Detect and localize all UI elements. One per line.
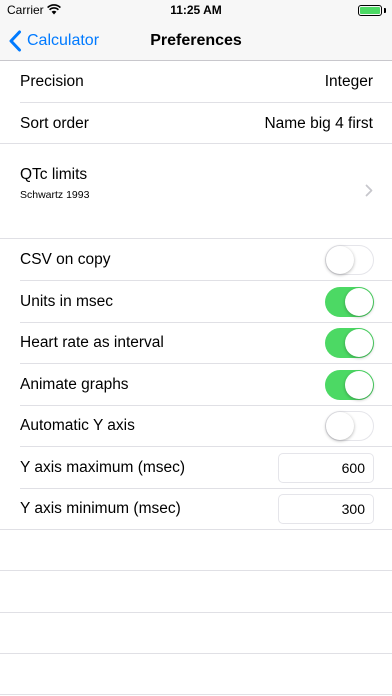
page-title: Preferences [150,32,242,49]
qtc-limits-row[interactable]: QTc limits Schwartz 1993 [0,144,392,238]
switch-knob [325,411,354,440]
heart-rate-interval-switch[interactable] [325,328,374,358]
csv-on-copy-label: CSV on copy [20,251,111,268]
units-in-msec-switch[interactable] [325,287,374,317]
y-axis-max-row: Y axis maximum (msec) [0,447,392,489]
sort-order-value: Name big 4 first [264,115,373,132]
animate-graphs-row: Animate graphs [0,364,392,406]
sort-order-label: Sort order [20,115,89,132]
y-axis-min-row: Y axis minimum (msec) [0,489,392,530]
settings-table: Precision Integer Sort order Name big 4 … [0,61,392,696]
section-separator [0,529,392,530]
qtc-limits-detail: Schwartz 1993 [20,189,90,201]
animate-graphs-switch[interactable] [325,370,374,400]
sort-order-row[interactable]: Sort order Name big 4 first [0,103,392,144]
empty-row-separator [0,694,392,695]
battery-cap [384,8,386,13]
switch-knob [345,371,373,399]
csv-on-copy-switch[interactable] [325,245,374,275]
precision-row[interactable]: Precision Integer [0,61,392,103]
automatic-y-axis-switch[interactable] [325,411,374,441]
animate-graphs-label: Animate graphs [20,376,129,393]
qtc-limits-label: QTc limits [20,166,88,183]
empty-row-separator [0,653,392,654]
heart-rate-interval-row: Heart rate as interval [0,323,392,364]
precision-value: Integer [324,73,373,90]
switch-knob [345,329,373,357]
units-in-msec-label: Units in msec [20,293,114,310]
battery-icon [358,5,382,16]
automatic-y-axis-row: Automatic Y axis [0,406,392,447]
status-bar: Carrier 11:25 AM [0,0,392,22]
y-axis-min-field[interactable] [278,494,374,524]
y-axis-max-field[interactable] [278,453,374,483]
switch-knob [345,288,373,316]
y-axis-max-label: Y axis maximum (msec) [20,459,186,476]
heart-rate-interval-label: Heart rate as interval [20,334,164,351]
y-axis-min-label: Y axis minimum (msec) [20,500,181,517]
switch-knob [325,245,354,274]
units-in-msec-row: Units in msec [0,281,392,323]
battery-level [360,7,380,14]
automatic-y-axis-label: Automatic Y axis [20,417,135,434]
chevron-right-icon [365,184,373,197]
clock: 11:25 AM [170,3,222,17]
navigation-bar: Calculator Preferences [0,22,392,61]
precision-label: Precision [20,73,84,90]
empty-row-separator [0,570,392,571]
csv-on-copy-row: CSV on copy [0,239,392,281]
empty-row-separator [0,612,392,613]
